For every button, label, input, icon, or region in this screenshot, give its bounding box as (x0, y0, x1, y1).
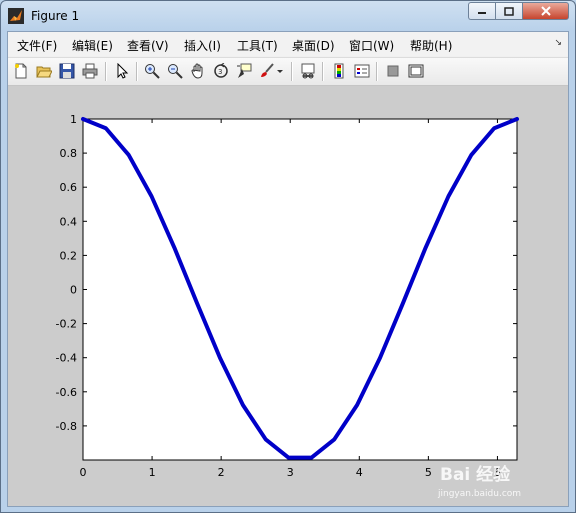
rotate-3d-button[interactable]: 3 (211, 61, 231, 81)
y-tick-label: 0.4 (60, 215, 78, 228)
plot-axes[interactable]: 0 1 2 3 4 5 610.80.60.40.20-0.2-0.4-0.6-0.8 Ba… (8, 86, 568, 506)
toolbar-separator (291, 62, 293, 81)
data-cursor-button[interactable] (234, 61, 254, 81)
save-icon (59, 63, 75, 79)
x-tick-label: 2 (218, 466, 225, 479)
brush-icon (261, 63, 274, 77)
edit-plot-arrow-icon (117, 63, 129, 79)
menu-collapse-icon[interactable]: ↘ (554, 38, 562, 48)
matlab-logo-icon (8, 8, 24, 24)
menu-desktop[interactable]: 桌面(D) (292, 37, 335, 54)
y-tick-label: -0.6 (56, 386, 77, 399)
y-tick-label: -0.4 (56, 352, 77, 365)
y-tick-label: 1 (70, 113, 77, 126)
edit-plot-button[interactable] (112, 61, 132, 81)
link-plot-button[interactable] (298, 61, 318, 81)
y-tick-label: 0.8 (60, 147, 78, 160)
toolbar-separator (105, 62, 107, 81)
watermark-logo: Bai 经验 jingyan.baidu.com (437, 464, 521, 499)
x-tick-label: 0 (80, 466, 87, 479)
menu-insert[interactable]: 插入(I) (184, 37, 221, 54)
axes-background (82, 118, 518, 461)
zoom-out-icon (168, 64, 183, 79)
data-cursor-icon (237, 63, 252, 78)
new-figure-button[interactable] (11, 61, 31, 81)
title-bar[interactable]: Figure 1 (1, 1, 575, 31)
new-figure-icon (15, 63, 27, 79)
x-tick-label: 3 (287, 466, 294, 479)
figure-canvas[interactable]: 0 1 2 3 4 5 6 1 0.8 0.6 0.4 0.2 0 -0.2 -0.4 -0.6 -0.8 Ba… (8, 86, 568, 506)
pan-hand-icon (191, 63, 203, 79)
toolbar-separator (136, 62, 138, 81)
menu-help[interactable]: 帮助(H) (410, 37, 452, 54)
minimize-button[interactable] (468, 2, 495, 20)
watermark-brand: Bai 经验 (440, 464, 511, 485)
print-icon (82, 63, 98, 79)
hide-plot-tools-icon (387, 65, 399, 77)
y-tick-label: -0.8 (56, 420, 77, 433)
zoom-in-button[interactable] (142, 61, 162, 81)
svg-text:3: 3 (218, 68, 222, 76)
rotate-3d-icon: 3 (214, 63, 228, 78)
x-tick-label: 5 (425, 466, 432, 479)
maximize-icon (504, 6, 514, 16)
maximize-button[interactable] (495, 2, 522, 20)
open-file-button[interactable] (34, 61, 54, 81)
window-title: Figure 1 (31, 9, 80, 23)
watermark-url: jingyan.baidu.com (437, 489, 521, 499)
y-tick-label: 0.6 (60, 181, 78, 194)
close-icon (540, 6, 551, 16)
save-button[interactable] (57, 61, 77, 81)
toolbar-separator (376, 62, 378, 81)
x-tick-label: 1 (149, 466, 156, 479)
menu-view[interactable]: 查看(V) (127, 37, 169, 54)
hide-plot-tools-button[interactable] (383, 61, 403, 81)
minimize-icon (478, 12, 486, 14)
insert-colorbar-button[interactable] (329, 61, 349, 81)
brush-dropdown-button[interactable] (274, 61, 286, 81)
menu-edit[interactable]: 编辑(E) (72, 37, 113, 54)
window-controls (468, 2, 569, 20)
link-plot-icon (301, 63, 315, 79)
x-tick-label: 4 (356, 466, 363, 479)
y-tick-label: -0.2 (56, 318, 77, 331)
close-button[interactable] (522, 2, 569, 20)
figure-client-area: 文件(F) 编辑(E) 查看(V) 插入(I) 工具(T) 桌面(D) 窗口(W… (7, 31, 569, 507)
show-plot-tools-button[interactable] (406, 61, 426, 81)
toolbar-separator (322, 62, 324, 81)
menu-bar: 文件(F) 编辑(E) 查看(V) 插入(I) 工具(T) 桌面(D) 窗口(W… (8, 32, 568, 56)
zoom-in-icon (145, 64, 160, 79)
menu-file[interactable]: 文件(F) (17, 37, 57, 54)
menu-tools[interactable]: 工具(T) (237, 37, 278, 54)
pan-button[interactable] (188, 61, 208, 81)
show-plot-tools-icon (408, 64, 424, 78)
figure-window: Figure 1 文件(F) 编辑(E) 查看(V) 插入(I) 工具(T) 桌… (0, 0, 576, 513)
brush-dropdown-icon (277, 70, 283, 73)
insert-legend-icon (354, 64, 370, 78)
open-file-icon (36, 66, 52, 78)
zoom-out-button[interactable] (165, 61, 185, 81)
insert-legend-button[interactable] (352, 61, 372, 81)
print-button[interactable] (80, 61, 100, 81)
y-tick-label: 0.2 (60, 249, 78, 262)
insert-colorbar-icon (334, 63, 344, 79)
y-tick-label: 0 (70, 284, 77, 297)
figure-toolbar: 3 (8, 57, 568, 86)
menu-window[interactable]: 窗口(W) (349, 37, 394, 54)
